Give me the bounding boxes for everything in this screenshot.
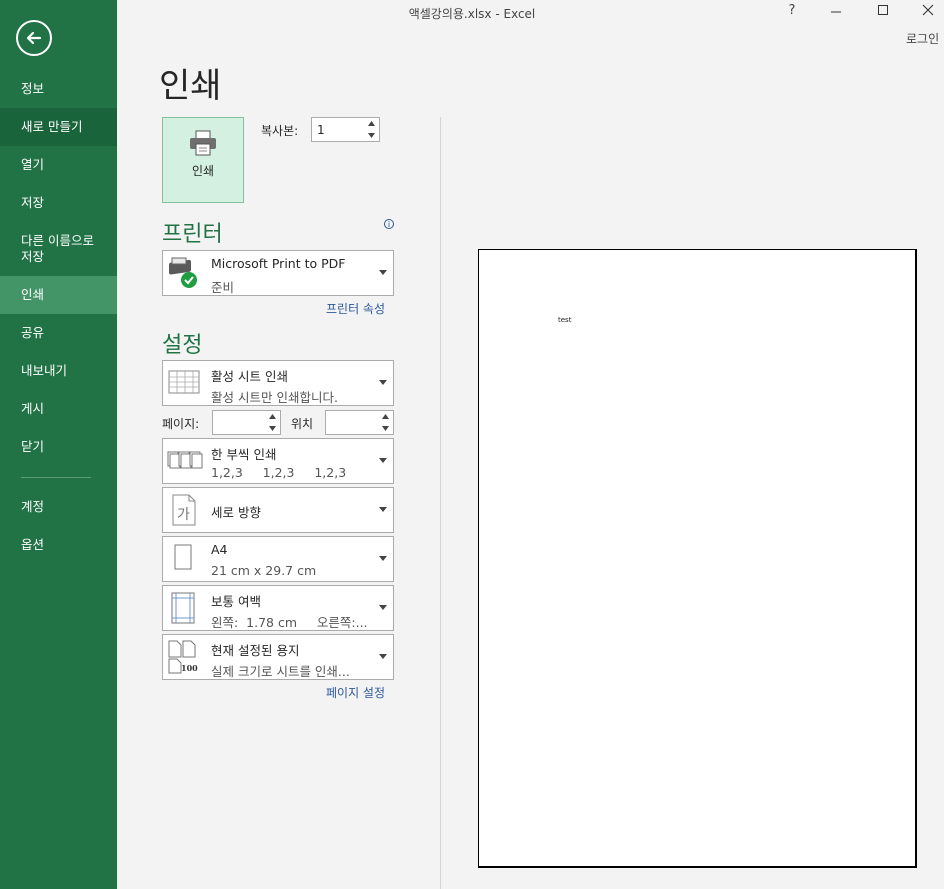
nav-new[interactable]: 새로 만들기: [0, 108, 117, 146]
nav-divider: [21, 477, 91, 478]
margins-icon: [171, 592, 195, 624]
printer-properties-link[interactable]: 프린터 속성: [326, 300, 385, 317]
minimize-button[interactable]: [826, 0, 846, 20]
dropdown-arrow-icon: [379, 556, 387, 561]
help-button[interactable]: ?: [782, 0, 802, 20]
print-what-sub: 활성 시트만 인쇄합니다.: [211, 390, 338, 405]
svg-text:100: 100: [181, 663, 198, 673]
chevron-up-icon: [368, 121, 375, 126]
portrait-orientation-icon: 가: [172, 494, 196, 526]
pages-from-down-button[interactable]: [265, 423, 280, 434]
chevron-down-icon: [382, 426, 389, 431]
page-title: 인쇄: [159, 66, 222, 106]
dropdown-arrow-icon: [379, 654, 387, 659]
copies-up-button[interactable]: [364, 118, 379, 129]
print-preview-page: test: [478, 249, 917, 868]
chevron-up-icon: [269, 414, 276, 419]
copies-label: 복사본:: [261, 124, 299, 138]
collate-sub: 1,2,3 1,2,3 1,2,3: [211, 465, 347, 480]
printer-icon: [190, 130, 216, 156]
paper-size-icon: [174, 544, 192, 570]
page-setup-link[interactable]: 페이지 설정: [326, 684, 385, 701]
dropdown-arrow-icon: [379, 458, 387, 463]
print-button-label: 인쇄: [191, 164, 215, 178]
print-button[interactable]: 인쇄: [162, 117, 244, 203]
paper-size-dropdown[interactable]: A4 21 cm x 29.7 cm: [162, 536, 394, 582]
pages-to-stepper[interactable]: [325, 410, 394, 435]
pages-to-up-button[interactable]: [378, 411, 393, 422]
maximize-icon: [878, 5, 888, 15]
printer-ready-icon: [169, 257, 197, 288]
close-icon: [922, 4, 934, 16]
scaling-main: 현재 설정된 용지: [211, 643, 300, 658]
backstage-sidebar: 정보 새로 만들기 열기 저장 다른 이름으로 저장 인쇄 공유 내보내기 게시…: [0, 0, 117, 889]
chevron-down-icon: [368, 133, 375, 138]
nav-publish[interactable]: 게시: [0, 390, 117, 428]
chevron-down-icon: [269, 426, 276, 431]
nav-print[interactable]: 인쇄: [0, 276, 117, 314]
pages-label: 페이지:: [162, 417, 200, 431]
svg-text:가: 가: [177, 507, 190, 523]
sheet-grid-icon: [168, 370, 200, 394]
paper-size-sub: 21 cm x 29.7 cm: [211, 563, 317, 578]
back-button[interactable]: [16, 20, 52, 56]
dropdown-arrow-icon: [379, 270, 387, 275]
print-what-main: 활성 시트 인쇄: [211, 369, 288, 384]
pages-from-stepper[interactable]: [212, 410, 281, 435]
copies-value[interactable]: 1: [317, 123, 325, 137]
panel-divider: [440, 117, 441, 889]
info-icon[interactable]: i: [384, 219, 394, 229]
collate-main: 한 부씩 인쇄: [211, 447, 277, 462]
nav-close[interactable]: 닫기: [0, 428, 117, 466]
paper-size-main: A4: [211, 542, 228, 557]
minimize-icon: [831, 11, 841, 13]
dropdown-arrow-icon: [379, 507, 387, 512]
dropdown-arrow-icon: [379, 380, 387, 385]
margins-sub: 왼쪽: 1.78 cm 오른쪽:...: [211, 615, 368, 630]
settings-section-title: 설정: [162, 333, 203, 358]
nav-info[interactable]: 정보: [0, 70, 117, 108]
orientation-main: 세로 방향: [211, 505, 261, 520]
dropdown-arrow-icon: [379, 605, 387, 610]
printer-section-title: 프린터: [162, 222, 223, 247]
scaling-icon: 100: [168, 640, 198, 674]
nav-account[interactable]: 계정: [0, 488, 117, 526]
close-button[interactable]: [918, 0, 938, 20]
nav-share[interactable]: 공유: [0, 314, 117, 352]
collate-pages-icon: [167, 451, 203, 469]
printer-status: 준비: [211, 280, 235, 295]
margins-dropdown[interactable]: 보통 여백 왼쪽: 1.78 cm 오른쪽:...: [162, 585, 394, 631]
nav-options[interactable]: 옵션: [0, 526, 117, 564]
scaling-dropdown[interactable]: 100 현재 설정된 용지 실제 크기로 시트를 인쇄...: [162, 634, 394, 680]
printer-name: Microsoft Print to PDF: [211, 256, 346, 271]
margins-main: 보통 여백: [211, 594, 261, 609]
printer-dropdown[interactable]: Microsoft Print to PDF 준비: [162, 250, 394, 296]
orientation-dropdown[interactable]: 가 세로 방향: [162, 487, 394, 533]
login-link[interactable]: 로그인: [906, 30, 939, 47]
nav-save[interactable]: 저장: [0, 184, 117, 222]
nav-export[interactable]: 내보내기: [0, 352, 117, 390]
nav-open[interactable]: 열기: [0, 146, 117, 184]
nav-save-as[interactable]: 다른 이름으로 저장: [0, 226, 117, 272]
pages-to-label: 위치: [291, 417, 314, 431]
pages-to-down-button[interactable]: [378, 423, 393, 434]
copies-down-button[interactable]: [364, 130, 379, 141]
back-arrow-icon: [26, 31, 42, 45]
collate-dropdown[interactable]: 한 부씩 인쇄 1,2,3 1,2,3 1,2,3: [162, 438, 394, 484]
scaling-sub: 실제 크기로 시트를 인쇄...: [211, 664, 350, 679]
print-what-dropdown[interactable]: 활성 시트 인쇄 활성 시트만 인쇄합니다.: [162, 360, 394, 406]
copies-stepper[interactable]: 1: [311, 117, 380, 142]
window-title: 액셀강의용.xlsx - Excel: [408, 7, 536, 21]
chevron-up-icon: [382, 414, 389, 419]
preview-cell-text: test: [558, 316, 572, 324]
maximize-button[interactable]: [873, 0, 893, 20]
pages-from-up-button[interactable]: [265, 411, 280, 422]
